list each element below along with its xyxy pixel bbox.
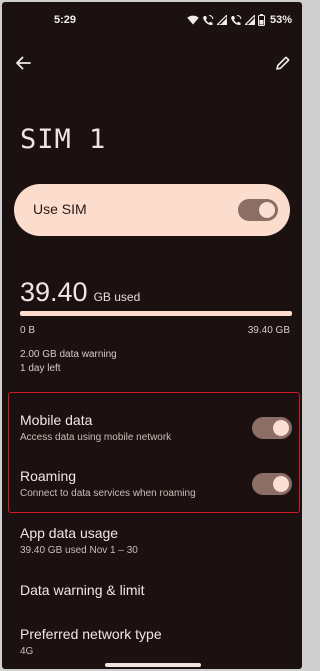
usage-bar-max-label: 39.40 GB (247, 325, 290, 336)
usage-value: 39.40 (20, 277, 88, 307)
mobile-data-subtitle: Access data using mobile network (20, 432, 172, 443)
data-warning-limit-row[interactable]: Data warning & limit (20, 582, 292, 598)
battery-icon (257, 14, 265, 26)
back-arrow-icon[interactable] (12, 52, 34, 74)
use-sim-card[interactable]: Use SIM (14, 184, 290, 236)
use-sim-label: Use SIM (33, 201, 87, 217)
toggle-knob (273, 476, 289, 492)
wifi-icon (187, 15, 199, 25)
status-time: 5:29 (54, 14, 77, 26)
usage-progress-bar (20, 311, 292, 316)
toggle-knob (259, 202, 275, 218)
preferred-network-subtitle: 4G (20, 646, 34, 657)
status-icons: 53% (187, 14, 292, 26)
mobile-data-toggle[interactable] (252, 417, 292, 439)
mobile-data-row[interactable]: Mobile data Access data using mobile net… (20, 412, 292, 443)
page-title: SIM 1 (20, 124, 107, 155)
signal-icon (244, 15, 255, 25)
device-screen: 5:29 53% SIM 1 Use SIM 39.40 GB used 0 B… (2, 2, 302, 669)
days-left-text: 1 day left (20, 363, 61, 374)
data-usage-summary: 39.40 GB used (20, 277, 140, 308)
wifi-calling-icon (202, 14, 214, 26)
wifi-calling-icon (230, 14, 242, 26)
usage-bar-min-label: 0 B (20, 325, 36, 336)
app-data-usage-row[interactable]: App data usage 39.40 GB used Nov 1 – 30 (20, 525, 292, 556)
data-warning-text: 2.00 GB data warning (20, 349, 117, 360)
app-data-usage-title: App data usage (20, 525, 119, 541)
signal-icon (216, 15, 227, 25)
data-warning-limit-title: Data warning & limit (20, 582, 145, 598)
status-bar: 5:29 53% (2, 14, 302, 30)
usage-unit: GB used (93, 290, 141, 304)
usage-progress-fill (20, 311, 292, 316)
preferred-network-row[interactable]: Preferred network type 4G (20, 626, 292, 657)
roaming-subtitle: Connect to data services when roaming (20, 488, 196, 499)
roaming-row[interactable]: Roaming Connect to data services when ro… (20, 468, 292, 499)
gesture-nav-handle[interactable] (105, 663, 201, 667)
battery-percent: 53% (269, 14, 292, 26)
preferred-network-title: Preferred network type (20, 626, 162, 642)
toggle-knob (273, 420, 289, 436)
edit-pencil-icon[interactable] (272, 52, 294, 74)
app-data-usage-subtitle: 39.40 GB used Nov 1 – 30 (20, 545, 138, 556)
roaming-toggle[interactable] (252, 473, 292, 495)
use-sim-toggle[interactable] (238, 199, 278, 221)
